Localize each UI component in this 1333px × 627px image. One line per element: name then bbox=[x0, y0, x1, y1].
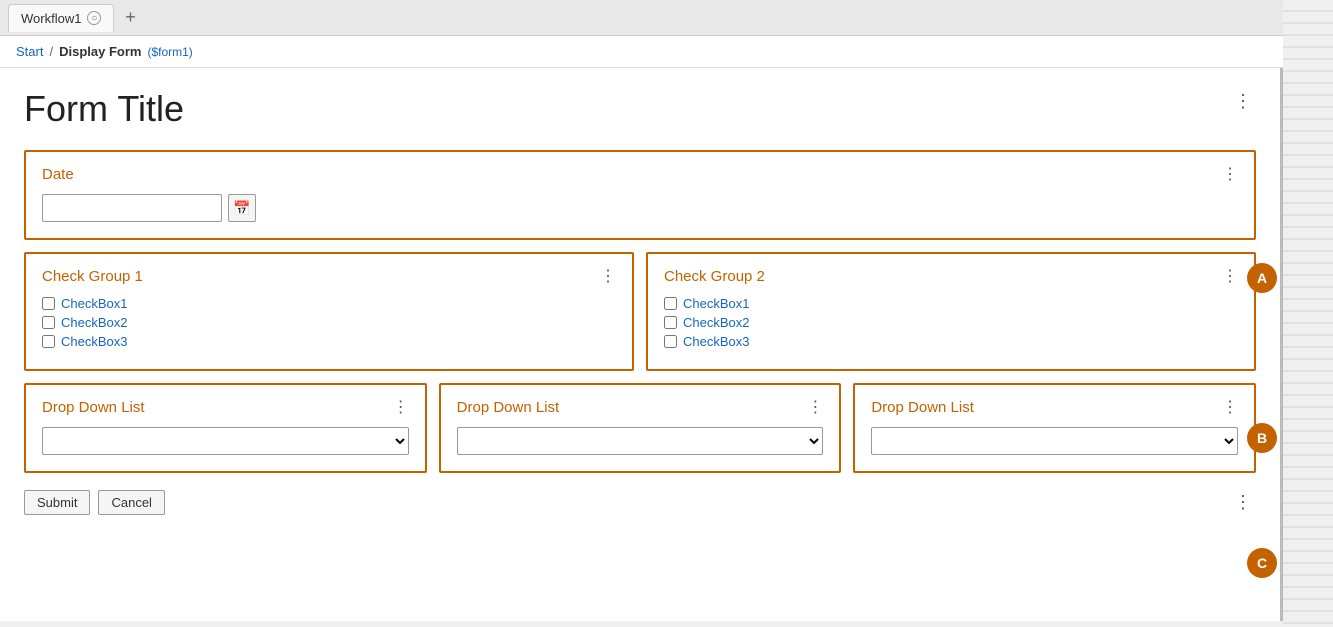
page-wrapper: Workflow1 ○ + Start / Display Form ($for… bbox=[0, 0, 1333, 627]
dropdown-1-select[interactable] bbox=[42, 427, 409, 455]
form-sections: Date ⋮ 📅 Check Group 1 bbox=[24, 150, 1256, 473]
checkbox-2-3-input[interactable] bbox=[664, 335, 677, 348]
calendar-button[interactable]: 📅 bbox=[228, 194, 256, 222]
check-group-1-header: Check Group 1 ⋮ bbox=[42, 266, 616, 286]
dropdown-2-label: Drop Down List bbox=[457, 399, 560, 416]
checkbox-2-3-label: CheckBox3 bbox=[683, 334, 749, 349]
checkbox-2-3: CheckBox3 bbox=[664, 334, 1238, 349]
check-group-1-section: Check Group 1 ⋮ CheckBox1 CheckBox2 bbox=[24, 252, 634, 371]
check-group-2-label: Check Group 2 bbox=[664, 268, 765, 285]
form-title: Form Title bbox=[24, 88, 184, 130]
checkbox-1-3-input[interactable] bbox=[42, 335, 55, 348]
dropdown-1-section: Drop Down List ⋮ bbox=[24, 383, 427, 473]
workflow-tab[interactable]: Workflow1 ○ bbox=[8, 4, 114, 32]
breadcrumb-start[interactable]: Start bbox=[16, 44, 43, 59]
dropdown-2-select[interactable] bbox=[457, 427, 824, 455]
tab-label: Workflow1 bbox=[21, 11, 81, 26]
check-group-1-label: Check Group 1 bbox=[42, 268, 143, 285]
dropdown-3-header: Drop Down List ⋮ bbox=[871, 397, 1238, 417]
dropdown-3-section: Drop Down List ⋮ bbox=[853, 383, 1256, 473]
side-label-c: C bbox=[1247, 548, 1277, 578]
cancel-button[interactable]: Cancel bbox=[98, 490, 164, 515]
checkbox-1-2: CheckBox2 bbox=[42, 315, 616, 330]
submit-button[interactable]: Submit bbox=[24, 490, 90, 515]
check-group-2-header: Check Group 2 ⋮ bbox=[664, 266, 1238, 286]
checkbox-1-2-input[interactable] bbox=[42, 316, 55, 329]
breadcrumb-variable: ($form1) bbox=[147, 45, 192, 59]
tab-bar: Workflow1 ○ + bbox=[0, 0, 1333, 36]
date-input-row: 📅 bbox=[42, 194, 1238, 222]
check-group-2-section: Check Group 2 ⋮ CheckBox1 CheckBox2 bbox=[646, 252, 1256, 371]
breadcrumb-separator: / bbox=[49, 44, 53, 59]
dropdown-2-header: Drop Down List ⋮ bbox=[457, 397, 824, 417]
date-section-header: Date ⋮ bbox=[42, 164, 1238, 184]
main-content: Form Title ⋮ Date ⋮ 📅 bbox=[0, 68, 1283, 621]
side-label-a: A bbox=[1247, 263, 1277, 293]
date-kebab-menu[interactable]: ⋮ bbox=[1222, 164, 1238, 184]
checkbox-2-2-input[interactable] bbox=[664, 316, 677, 329]
tab-add-button[interactable]: + bbox=[118, 6, 142, 30]
check-groups-row: Check Group 1 ⋮ CheckBox1 CheckBox2 bbox=[24, 252, 1256, 371]
actions-kebab-menu[interactable]: ⋮ bbox=[1230, 489, 1256, 515]
checkbox-1-1-input[interactable] bbox=[42, 297, 55, 310]
check-group-1-kebab[interactable]: ⋮ bbox=[600, 266, 616, 286]
dropdown-3-kebab[interactable]: ⋮ bbox=[1222, 397, 1238, 417]
checkbox-2-1-input[interactable] bbox=[664, 297, 677, 310]
checkbox-1-1: CheckBox1 bbox=[42, 296, 616, 311]
dropdown-3-select[interactable] bbox=[871, 427, 1238, 455]
dropdown-2-section: Drop Down List ⋮ bbox=[439, 383, 842, 473]
checkbox-2-2-label: CheckBox2 bbox=[683, 315, 749, 330]
action-buttons: Submit Cancel bbox=[24, 490, 165, 515]
check-group-2-kebab[interactable]: ⋮ bbox=[1222, 266, 1238, 286]
calendar-icon: 📅 bbox=[233, 200, 250, 217]
content-wrapper: Form Title ⋮ Date ⋮ 📅 bbox=[0, 68, 1283, 621]
checkbox-1-3-label: CheckBox3 bbox=[61, 334, 127, 349]
jagged-edge bbox=[1283, 0, 1333, 627]
checkbox-2-1-label: CheckBox1 bbox=[683, 296, 749, 311]
breadcrumb: Start / Display Form ($form1) bbox=[0, 36, 1333, 68]
date-section: Date ⋮ 📅 bbox=[24, 150, 1256, 240]
checkbox-1-2-label: CheckBox2 bbox=[61, 315, 127, 330]
form-kebab-menu[interactable]: ⋮ bbox=[1230, 88, 1256, 114]
dropdowns-row: Drop Down List ⋮ Drop Down List ⋮ bbox=[24, 383, 1256, 473]
dropdown-1-header: Drop Down List ⋮ bbox=[42, 397, 409, 417]
side-label-b: B bbox=[1247, 423, 1277, 453]
breadcrumb-current: Display Form bbox=[59, 44, 141, 59]
dropdown-3-label: Drop Down List bbox=[871, 399, 974, 416]
tab-close-icon[interactable]: ○ bbox=[87, 11, 101, 25]
dropdown-1-kebab[interactable]: ⋮ bbox=[393, 397, 409, 417]
dropdown-2-kebab[interactable]: ⋮ bbox=[807, 397, 823, 417]
form-actions: Submit Cancel ⋮ bbox=[24, 489, 1256, 515]
dropdown-1-label: Drop Down List bbox=[42, 399, 145, 416]
form-title-row: Form Title ⋮ bbox=[24, 88, 1256, 130]
checkbox-2-1: CheckBox1 bbox=[664, 296, 1238, 311]
checkbox-2-2: CheckBox2 bbox=[664, 315, 1238, 330]
checkbox-1-1-label: CheckBox1 bbox=[61, 296, 127, 311]
checkbox-1-3: CheckBox3 bbox=[42, 334, 616, 349]
date-label: Date bbox=[42, 166, 74, 183]
date-input[interactable] bbox=[42, 194, 222, 222]
